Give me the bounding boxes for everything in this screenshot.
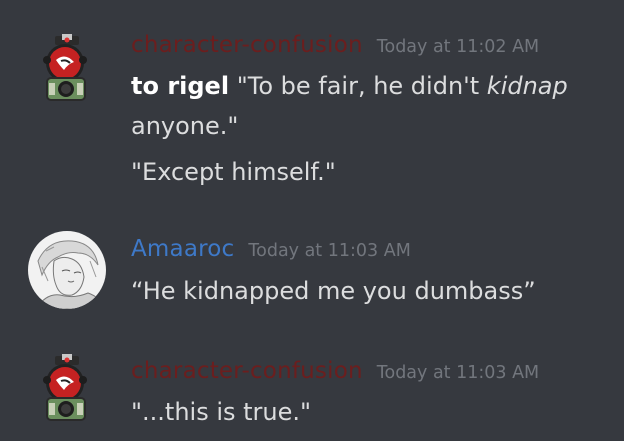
username[interactable]: character-confusion	[131, 358, 363, 384]
message-text: "Except himself."	[131, 158, 336, 186]
message-text: to rigel "To be fair, he didn't kidnap a…	[131, 66, 601, 146]
reply-prefix: to rigel	[131, 72, 230, 100]
message-text: “He kidnapped me you dumbass”	[131, 277, 536, 305]
timestamp: Today at 11:02 AM	[376, 37, 540, 57]
message-text-part: anyone."	[131, 112, 239, 140]
chat-log: character-confusion Today at 11:02 AM to …	[0, 0, 624, 441]
timestamp: Today at 11:03 AM	[248, 241, 411, 261]
message-header: character-confusion Today at 11:02 AM	[131, 32, 539, 58]
avatar[interactable]	[28, 350, 106, 428]
message-text-part: "To be fair, he didn't	[229, 72, 487, 100]
avatar[interactable]	[28, 231, 106, 309]
redguard-robot-avatar-icon	[43, 354, 87, 421]
message-header: Amaaroc Today at 11:03 AM	[131, 236, 411, 262]
username[interactable]: Amaaroc	[131, 236, 234, 262]
message-text: "...this is true."	[131, 398, 312, 426]
avatar[interactable]	[28, 30, 106, 108]
redguard-robot-avatar-icon	[43, 34, 87, 101]
timestamp: Today at 11:03 AM	[376, 363, 540, 383]
username[interactable]: character-confusion	[131, 32, 363, 58]
sketch-portrait-avatar-icon	[28, 231, 106, 309]
message-header: character-confusion Today at 11:03 AM	[131, 358, 539, 384]
italic-text: kidnap	[486, 72, 568, 100]
